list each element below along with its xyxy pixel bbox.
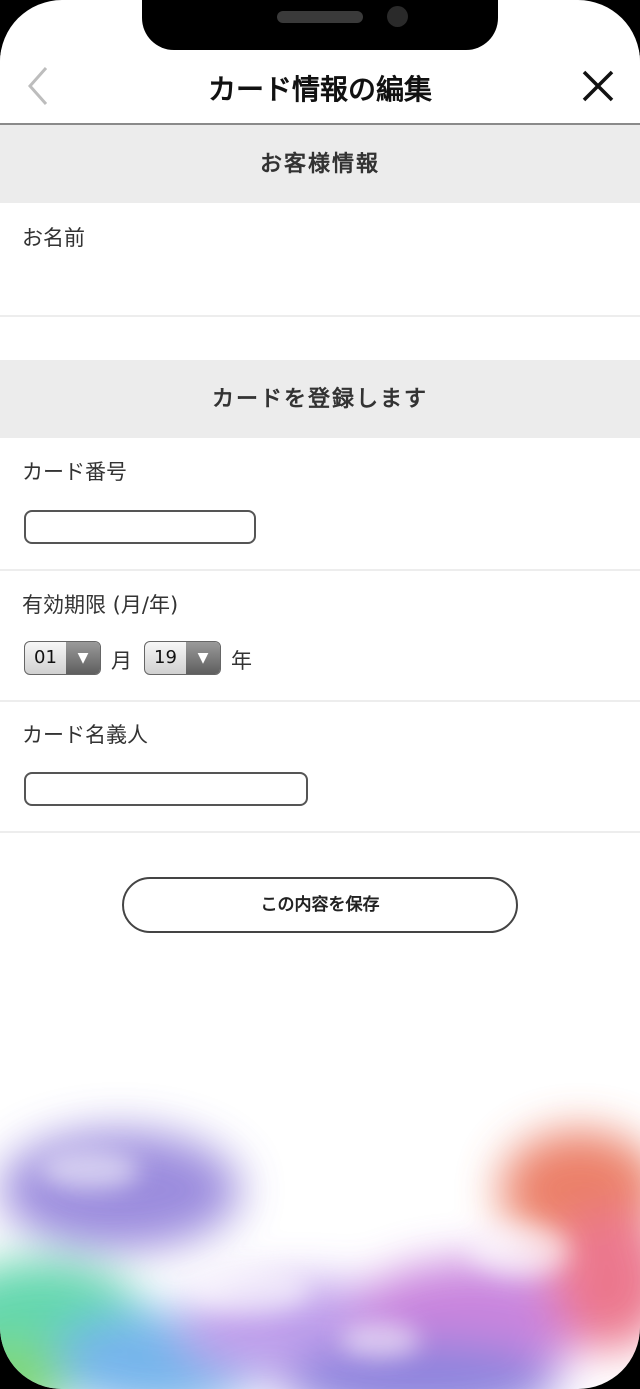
- name-label: お名前: [22, 226, 85, 250]
- expiry-month-value: 01: [34, 647, 57, 668]
- close-icon: [582, 70, 614, 102]
- divider: [0, 569, 640, 571]
- expiry-month-select[interactable]: 01 ▼: [24, 641, 101, 675]
- card-register-header: カードを登録します: [0, 360, 640, 438]
- front-camera: [387, 6, 408, 27]
- divider: [0, 700, 640, 702]
- card-number-label: カード番号: [22, 460, 127, 484]
- card-number-input[interactable]: [24, 510, 256, 544]
- triangle-down-icon: ▼: [186, 642, 220, 674]
- card-holder-label: カード名義人: [22, 723, 148, 747]
- speaker-grille: [277, 11, 363, 23]
- page-title: カード情報の編集: [207, 73, 432, 106]
- divider: [0, 315, 640, 317]
- card-holder-input[interactable]: [24, 772, 308, 806]
- expiry-year-select[interactable]: 19 ▼: [144, 641, 221, 675]
- navigation-bar: カード情報の編集: [0, 50, 640, 125]
- phone-screen: カード情報の編集 お客様情報 お名前 カードを登録します カード番号 有効期限 …: [0, 0, 640, 1389]
- close-button[interactable]: [576, 64, 620, 108]
- customer-info-header: お客様情報: [0, 125, 640, 203]
- save-button[interactable]: この内容を保存: [122, 877, 518, 933]
- expiry-label: 有効期限 (月/年): [22, 593, 179, 617]
- triangle-down-icon: ▼: [66, 642, 100, 674]
- divider: [0, 831, 640, 833]
- month-unit: 月: [111, 649, 132, 673]
- year-unit: 年: [231, 649, 252, 673]
- expiry-year-value: 19: [154, 647, 177, 668]
- device-notch: [142, 0, 498, 50]
- decorative-smoke-background: [0, 1130, 640, 1389]
